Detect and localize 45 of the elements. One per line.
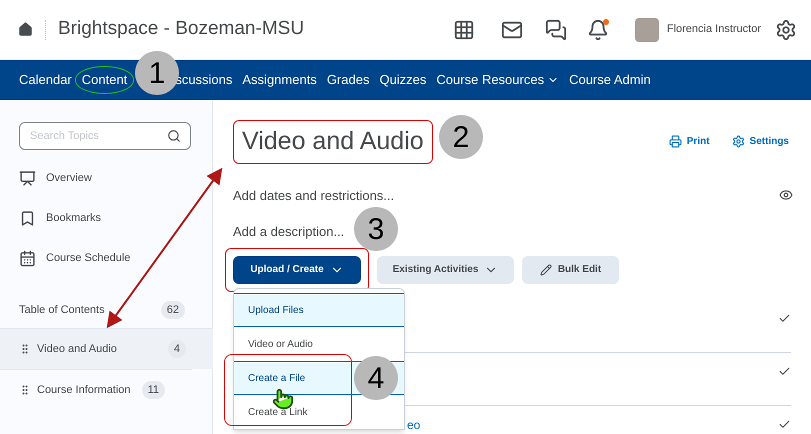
nav-link[interactable]: Calendar	[19, 70, 72, 90]
settings-icon[interactable]	[775, 18, 797, 40]
toolbar-button[interactable]: Existing Activities	[377, 256, 514, 284]
chat-icon[interactable]	[544, 18, 567, 40]
nav-link[interactable]: Grades	[326, 70, 370, 90]
count-badge: 4	[168, 340, 186, 358]
callout-number: 3	[354, 207, 398, 251]
printer-icon	[668, 135, 682, 148]
menu-item[interactable]: Upload Files	[234, 293, 404, 327]
nav-link[interactable]: Course Resources	[436, 70, 560, 90]
topic-link[interactable]: eo	[407, 418, 420, 432]
settings-link[interactable]: Settings	[732, 134, 789, 150]
notification-bell-icon[interactable]	[586, 18, 609, 40]
print-link[interactable]: Print	[668, 134, 710, 150]
avatar[interactable]	[634, 18, 659, 42]
nav-link[interactable]: Assignments	[242, 70, 317, 90]
sidebar-link[interactable]: Course Schedule	[19, 248, 212, 269]
toolbar-button[interactable]: Upload / Create	[233, 256, 361, 284]
calendar-icon	[19, 250, 36, 267]
nav-link[interactable]: Quizzes	[379, 70, 426, 90]
count-badge: 11	[142, 380, 165, 400]
toolbar-button[interactable]: Bulk Edit	[522, 256, 619, 284]
overview-icon	[19, 170, 36, 187]
sidebar-link[interactable]: Overview	[19, 168, 212, 189]
page-title: Video and Audio	[233, 120, 433, 164]
home-icon[interactable]	[18, 22, 33, 37]
pencil-icon	[540, 264, 552, 276]
site-title[interactable]: Brightspace - Bozeman-MSU	[58, 15, 304, 44]
bookmark-icon	[19, 210, 36, 227]
toc-label[interactable]: Table of Contents	[19, 302, 105, 318]
description-link[interactable]: Add a description...	[233, 222, 344, 242]
user-name[interactable]: Florencia Instructor	[666, 21, 761, 38]
sidebar-link[interactable]: Bookmarks	[19, 208, 212, 229]
nav-link[interactable]: Content	[74, 66, 134, 94]
search-field[interactable]: Search Topics	[19, 122, 191, 150]
module-item[interactable]: Video and Audio 4	[0, 328, 213, 369]
nav-link[interactable]: Course Admin	[569, 70, 651, 90]
callout-number: 2	[439, 115, 483, 159]
eye-icon[interactable]	[779, 188, 793, 202]
module-item[interactable]: Course Information 11	[0, 369, 192, 410]
gear-icon	[732, 135, 745, 148]
count-badge: 62	[160, 300, 185, 320]
search-icon[interactable]	[167, 129, 181, 143]
dates-link[interactable]: Add dates and restrictions...	[233, 186, 394, 205]
apps-grid-icon[interactable]	[452, 18, 475, 40]
